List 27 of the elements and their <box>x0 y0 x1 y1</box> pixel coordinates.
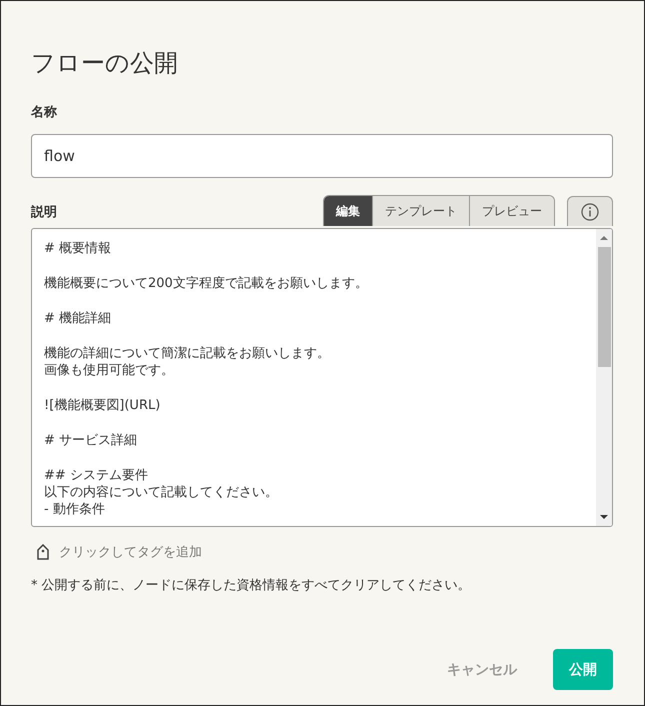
editor-tab[interactable]: 編集 <box>324 196 372 226</box>
scrollbar-thumb[interactable] <box>598 247 610 367</box>
description-textarea[interactable]: # 概要情報 機能概要について200文字程度で記載をお願いします。 # 機能詳細 機能の詳細について簡潔に記載をお願いします。 画像も使用可能です。 ![機能概要図](URL) # サービス詳細 ## システム要件 以下の内容について記載してください。 - 動作条件 <box>31 228 613 527</box>
dialog-title: フローの公開 <box>31 48 179 79</box>
scroll-down-icon[interactable] <box>600 514 608 520</box>
text-line: ![機能概要図](URL) <box>44 397 162 414</box>
text-line: 以下の内容について記載してください。 <box>44 484 279 501</box>
info-icon <box>581 202 599 220</box>
text-line: # サービス詳細 <box>44 432 138 449</box>
editor-tab[interactable]: プレビュー <box>469 196 554 226</box>
text-line: # 概要情報 <box>44 240 112 257</box>
editor-tab[interactable]: テンプレート <box>372 196 469 226</box>
info-button[interactable] <box>567 196 613 226</box>
text-line: # 機能詳細 <box>44 310 112 327</box>
text-line: - 動作条件 <box>44 501 106 518</box>
field-label: 説明 <box>31 204 58 222</box>
text-line: ## システム要件 <box>44 467 149 484</box>
text-line: 機能の詳細について簡潔に記載をお願いします。 <box>44 345 331 362</box>
text-line: 機能概要について200文字程度で記載をお願いします。 <box>44 275 369 292</box>
name-input[interactable]: flow <box>31 134 613 178</box>
add-tag-link[interactable]: クリックしてタグを追加 <box>59 543 202 561</box>
text-line: 画像も使用可能です。 <box>44 362 175 379</box>
field-label: 名称 <box>31 105 58 121</box>
scrollbar[interactable] <box>596 229 612 526</box>
note-text: * 公開する前に、ノードに保存した資格情報をすべてクリアしてください。 <box>31 577 472 595</box>
tag-icon <box>37 544 49 560</box>
scroll-up-icon[interactable] <box>600 235 608 241</box>
